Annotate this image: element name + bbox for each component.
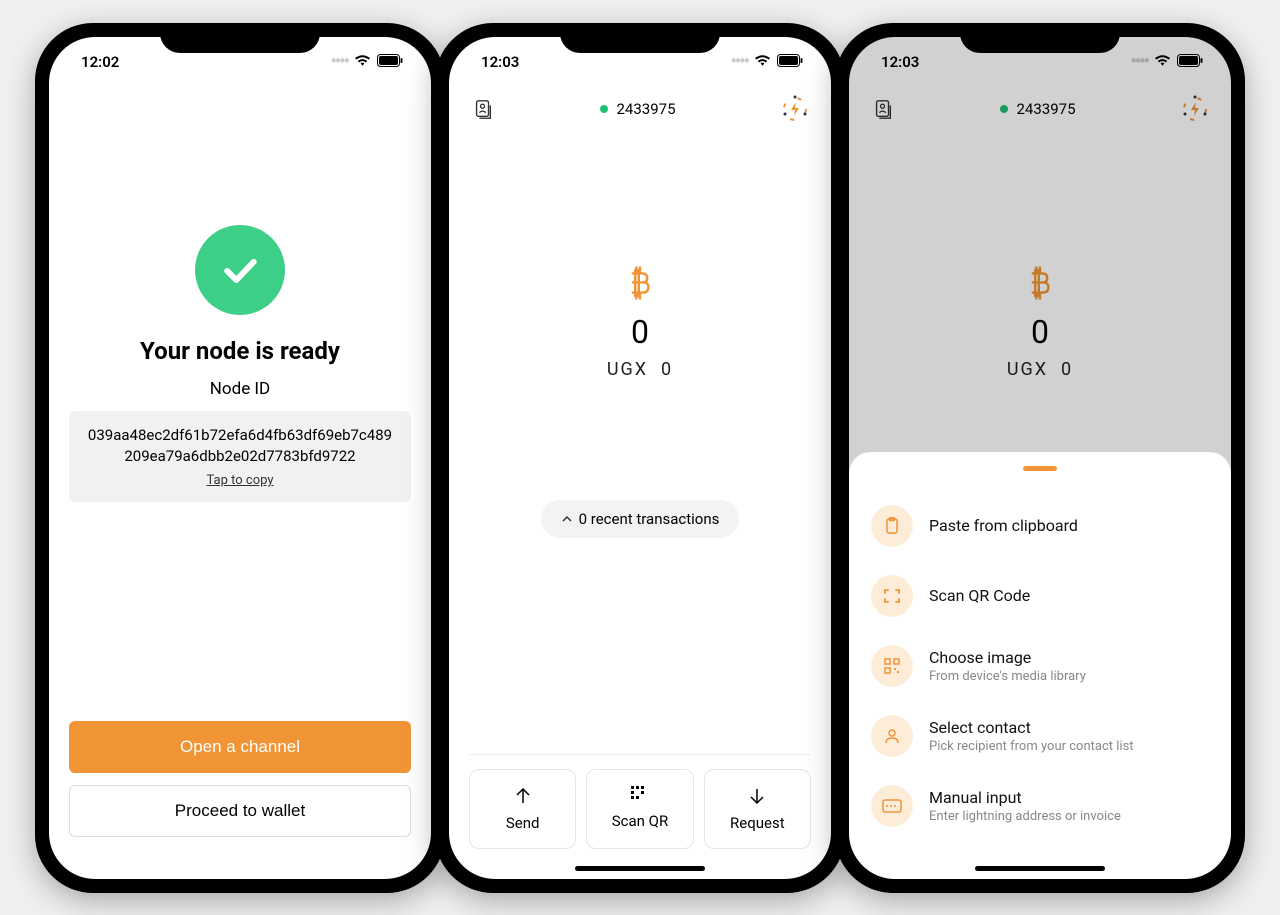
block-height-value: 2433975 [1016, 100, 1075, 118]
battery-icon [1177, 53, 1203, 71]
notch [960, 23, 1120, 53]
notch [160, 23, 320, 53]
sheet-item-manual[interactable]: Manual input Enter lightning address or … [871, 771, 1209, 841]
battery-icon [777, 53, 803, 71]
page-title: Your node is ready [140, 337, 340, 365]
recent-transactions-pill[interactable]: 0 recent transactions [541, 500, 740, 538]
block-height[interactable]: 2433975 [600, 100, 675, 118]
sheet-item-image[interactable]: Choose image From device's media library [871, 631, 1209, 701]
arrow-down-icon [747, 786, 767, 806]
balance-sats: 0 [469, 313, 811, 351]
block-height[interactable]: 2433975 [1000, 100, 1075, 118]
sheet-item-contact[interactable]: Select contact Pick recipient from your … [871, 701, 1209, 771]
cellular-icon: •••• [1130, 51, 1148, 72]
node-id-box[interactable]: 039aa48ec2df61b72efa6d4fb63df69eb7c48920… [69, 411, 411, 502]
proceed-wallet-button[interactable]: Proceed to wallet [69, 785, 411, 837]
clock: 12:03 [481, 53, 519, 71]
bitcoin-icon [469, 265, 811, 309]
keyboard-icon [871, 785, 913, 827]
balance-fiat: UGX 0 [469, 359, 811, 380]
block-height-value: 2433975 [616, 100, 675, 118]
bitcoin-icon [869, 265, 1211, 309]
balance-display: 0 UGX 0 [469, 265, 811, 380]
node-id-value: 039aa48ec2df61b72efa6d4fb63df69eb7c48920… [87, 425, 393, 467]
qr-icon [631, 786, 649, 804]
sheet-item-title: Paste from clipboard [929, 516, 1078, 535]
success-check-icon [195, 225, 285, 315]
clipboard-icon [871, 505, 913, 547]
sync-status-dot [600, 105, 608, 113]
tap-to-copy-link[interactable]: Tap to copy [87, 473, 393, 488]
sheet-item-title: Scan QR Code [929, 586, 1030, 605]
action-row: Send Scan QR Request [469, 754, 811, 879]
sheet-grabber[interactable] [1023, 466, 1057, 471]
person-icon [871, 715, 913, 757]
balance-display: 0 UGX 0 [869, 265, 1211, 380]
scan-qr-button[interactable]: Scan QR [586, 769, 693, 849]
balance-sats: 0 [869, 313, 1211, 351]
notch [560, 23, 720, 53]
phone-2: 12:03 •••• 2433975 [435, 23, 845, 893]
home-indicator [975, 866, 1105, 871]
lightning-node-icon[interactable] [1179, 93, 1211, 125]
chevron-up-icon [561, 513, 573, 525]
clock: 12:03 [881, 53, 919, 71]
image-qr-icon [871, 645, 913, 687]
sheet-item-title: Manual input [929, 788, 1121, 807]
request-button[interactable]: Request [704, 769, 811, 849]
app-header: 2433975 [869, 87, 1211, 125]
sheet-item-title: Select contact [929, 718, 1134, 737]
cellular-icon: •••• [730, 51, 748, 72]
app-header: 2433975 [469, 87, 811, 125]
send-options-sheet: Paste from clipboard Scan QR Code Choose… [849, 452, 1231, 879]
sheet-item-paste[interactable]: Paste from clipboard [871, 491, 1209, 561]
contacts-icon[interactable] [869, 95, 897, 123]
sheet-item-subtitle: Pick recipient from your contact list [929, 739, 1134, 754]
sheet-item-scan[interactable]: Scan QR Code [871, 561, 1209, 631]
sheet-item-title: Choose image [929, 648, 1086, 667]
node-id-label: Node ID [210, 379, 270, 399]
send-button[interactable]: Send [469, 769, 576, 849]
sync-status-dot [1000, 105, 1008, 113]
sheet-item-subtitle: Enter lightning address or invoice [929, 809, 1121, 824]
phone-1: 12:02 •••• Your node is ready Node ID 0 [35, 23, 445, 893]
home-indicator [575, 866, 705, 871]
scan-icon [871, 575, 913, 617]
balance-fiat: UGX 0 [869, 359, 1211, 380]
lightning-node-icon[interactable] [779, 93, 811, 125]
wifi-icon [1154, 53, 1171, 71]
contacts-icon[interactable] [469, 95, 497, 123]
wifi-icon [754, 53, 771, 71]
arrow-up-icon [513, 786, 533, 806]
sheet-item-subtitle: From device's media library [929, 669, 1086, 684]
open-channel-button[interactable]: Open a channel [69, 721, 411, 773]
phone-3: 12:03 •••• [835, 23, 1245, 893]
